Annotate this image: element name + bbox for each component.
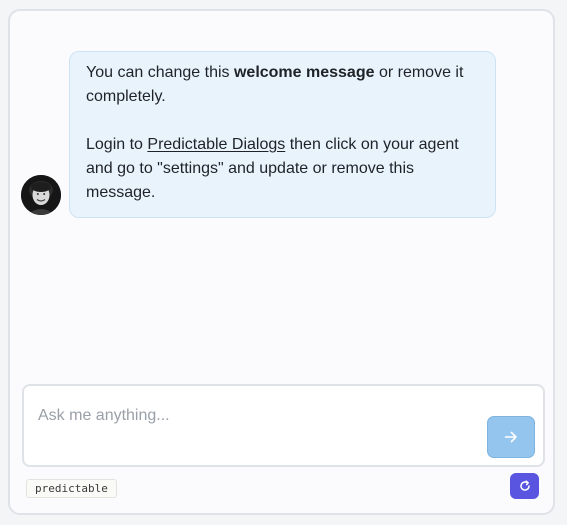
welcome-message-line-1: You can change this welcome message or r… [86,61,479,109]
message-composer [22,384,545,467]
arrow-right-icon [504,431,517,443]
predictable-badge[interactable]: predictable [26,479,117,498]
agent-avatar-icon [21,175,61,215]
agent-avatar [21,175,61,215]
message-text: You can change this [86,64,234,81]
send-button[interactable] [487,416,535,458]
predictable-dialogs-link[interactable]: Predictable Dialogs [147,136,285,153]
welcome-message-bubble: You can change this welcome message or r… [69,51,496,218]
chat-widget: You can change this welcome message or r… [8,9,555,515]
message-bold-text: welcome message [233,64,375,81]
welcome-message-line-2: Login to Predictable Dialogs then click … [86,133,479,205]
chat-input[interactable] [38,398,468,434]
message-text: Login to [86,136,148,153]
refresh-icon [519,480,530,491]
refresh-button[interactable] [510,473,539,499]
